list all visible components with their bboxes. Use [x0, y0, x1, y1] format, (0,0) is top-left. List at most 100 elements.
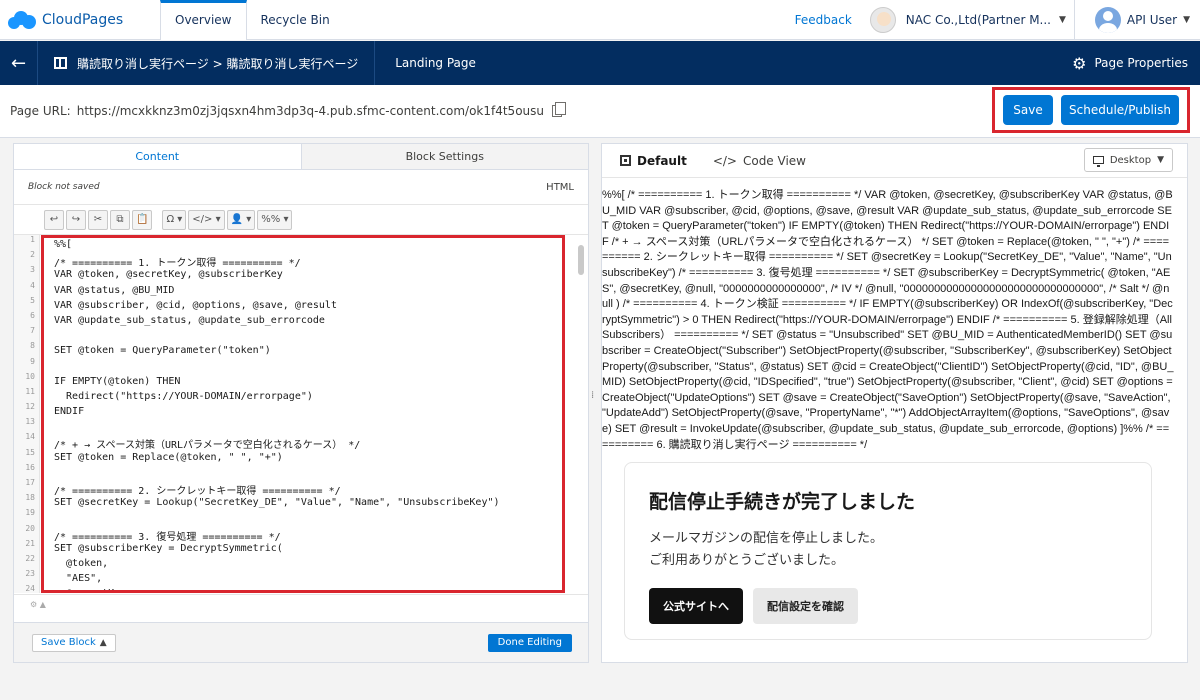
- code-line: "AES",: [54, 573, 103, 585]
- layout-icon: [620, 155, 631, 166]
- code-line: /* ========== 1. トークン取得 ========== */: [54, 258, 301, 270]
- line-number: 3: [30, 265, 35, 275]
- line-number: 12: [25, 402, 35, 412]
- code-line: %%[: [54, 239, 73, 250]
- personalization-dropdown[interactable]: 👤 ▾: [226, 209, 256, 230]
- code-line: VAR @token, @secretKey, @subscriberKey: [54, 269, 283, 281]
- code-line: Redirect("https://YOUR-DOMAIN/errorpage"…: [54, 390, 313, 402]
- panel-divider-icon[interactable]: ⁞: [591, 390, 599, 404]
- save-button[interactable]: Save: [1003, 95, 1053, 125]
- ampscript-dropdown[interactable]: %% ▾: [257, 209, 293, 230]
- code-line: SET @subscriberKey = DecryptSymmetric(: [54, 542, 283, 554]
- scrollbar[interactable]: [578, 245, 584, 275]
- save-block-label: Save Block: [41, 637, 96, 648]
- tab-default[interactable]: Default: [620, 144, 687, 178]
- line-number: 14: [25, 432, 35, 442]
- card-title: 配信停止手続きが完了しました: [649, 491, 916, 513]
- tab-overview[interactable]: Overview: [160, 0, 247, 40]
- resize-handle[interactable]: ⚙ ▲: [14, 594, 588, 614]
- schedule-publish-button[interactable]: Schedule/Publish: [1061, 95, 1179, 125]
- device-select[interactable]: Desktop ▼: [1083, 148, 1173, 172]
- page-properties-button[interactable]: ⚙ Page Properties: [1072, 54, 1200, 73]
- top-bar: CloudPages Overview Recycle Bin Feedback…: [0, 0, 1200, 40]
- code-line: ENDIF: [54, 406, 85, 418]
- special-char-dropdown[interactable]: Ω ▾: [162, 209, 187, 230]
- line-number: 24: [25, 584, 35, 593]
- code-line: SET @token = Replace(@token, " ", "+"): [54, 451, 283, 463]
- user-menu[interactable]: API User ▼: [1075, 0, 1200, 40]
- line-number: 19: [25, 508, 35, 518]
- card-line-1: メールマガジンの配信を停止しました。: [649, 531, 884, 546]
- brand-name: CloudPages: [42, 11, 124, 28]
- avatar: [1094, 6, 1121, 33]
- line-number-gutter: 1 2 3 4 5 6 7 8 9 10 11 12 13 14 15 16 17 18 19 20 21 22 23 24: [14, 235, 40, 593]
- code-icon: </>: [712, 153, 737, 168]
- done-editing-button[interactable]: Done Editing: [487, 633, 572, 652]
- cut-icon[interactable]: ✂: [88, 209, 108, 230]
- copy-icon[interactable]: ⧉: [110, 209, 130, 230]
- line-number: 21: [25, 538, 35, 548]
- editor-toolbar: ↩ ↪ ✂ ⧉ 📋 Ω ▾ </> ▾ 👤 ▾ %% ▾: [14, 204, 588, 234]
- tab-default-label: Default: [637, 153, 687, 168]
- content-editor-panel: Content Block Settings Block not saved H…: [13, 143, 589, 663]
- code-line: IF EMPTY(@token) THEN: [54, 375, 181, 387]
- line-number: 9: [30, 356, 35, 366]
- line-number: 4: [30, 280, 35, 290]
- delivery-settings-button[interactable]: 配信設定を確認: [753, 588, 858, 624]
- chevron-down-icon: ▼: [1183, 14, 1190, 25]
- code-snippet-dropdown[interactable]: </> ▾: [188, 209, 225, 230]
- code-area-highlight[interactable]: %%[ /* ========== 1. トークン取得 ========== */…: [41, 235, 565, 593]
- line-number: 7: [30, 326, 35, 336]
- code-line: SET @token = QueryParameter("token"): [54, 345, 271, 357]
- line-number: 23: [25, 569, 35, 579]
- page-url-label: Page URL:: [10, 104, 71, 118]
- gear-icon: ⚙: [1072, 53, 1087, 73]
- line-number: 16: [25, 462, 35, 472]
- code-editor[interactable]: 1 2 3 4 5 6 7 8 9 10 11 12 13 14 15 16 17 18 19 20 21 22 23 24 …: [14, 234, 588, 594]
- feedback-link[interactable]: Feedback: [787, 13, 860, 27]
- line-number: 6: [30, 310, 35, 320]
- page-url[interactable]: https://mcxkknz3m0zj3jqsxn4hm3dp3q-4.pub…: [77, 104, 544, 118]
- back-arrow-icon[interactable]: ←: [0, 41, 38, 85]
- code-line: /* ========== 3. 復号処理 ========== */: [54, 531, 281, 543]
- editor-mode[interactable]: HTML: [546, 182, 574, 193]
- tab-content[interactable]: Content: [14, 144, 301, 169]
- official-site-button[interactable]: 公式サイトへ: [649, 588, 743, 624]
- unsubscribe-card: 配信停止手続きが完了しました メールマガジンの配信を停止しました。 ご利用ありが…: [624, 462, 1152, 640]
- action-highlight: Save Schedule/Publish: [992, 87, 1190, 133]
- undo-icon[interactable]: ↩: [44, 209, 64, 230]
- chevron-up-icon: ▲: [99, 637, 107, 648]
- code-line: VAR @update_sub_status, @update_sub_erro…: [54, 314, 325, 326]
- line-number: 1: [30, 235, 35, 244]
- cloud-logo-icon: [8, 10, 36, 29]
- redo-icon[interactable]: ↪: [66, 209, 86, 230]
- tab-block-settings[interactable]: Block Settings: [300, 144, 588, 169]
- nav-bar: ← 購読取り消し実行ページ > 購読取り消し実行ページ Landing Page…: [0, 41, 1200, 85]
- code-line: @secretKey,: [54, 588, 552, 590]
- breadcrumb: 購読取り消し実行ページ > 購読取り消し実行ページ: [38, 41, 376, 85]
- page-layout-icon: [54, 57, 67, 69]
- breadcrumb-text: 購読取り消し実行ページ > 購読取り消し実行ページ: [77, 56, 359, 71]
- line-number: 15: [25, 447, 35, 457]
- code-line: VAR @subscriber, @cid, @options, @save, …: [54, 299, 337, 311]
- monitor-icon: [1092, 156, 1104, 167]
- save-block-button[interactable]: Save Block ▲: [32, 633, 116, 652]
- user-name: API User: [1126, 12, 1178, 27]
- line-number: 5: [30, 295, 35, 305]
- org-switcher[interactable]: NAC Co.,Ltd(Partner M... ▼: [906, 0, 1075, 40]
- chevron-down-icon: ▼: [1157, 155, 1164, 165]
- line-number: 20: [25, 523, 35, 533]
- device-label: Desktop: [1109, 154, 1152, 166]
- tab-code-view[interactable]: </> Code View: [713, 144, 806, 178]
- code-line: /* ========== 2. シークレットキー取得 ========== *…: [54, 486, 341, 497]
- brand[interactable]: CloudPages: [0, 0, 160, 40]
- tab-recycle-bin[interactable]: Recycle Bin: [247, 0, 344, 40]
- paste-icon[interactable]: 📋: [132, 209, 153, 230]
- code-line: VAR @status, @BU_MID: [54, 284, 175, 296]
- copy-icon[interactable]: [552, 102, 566, 117]
